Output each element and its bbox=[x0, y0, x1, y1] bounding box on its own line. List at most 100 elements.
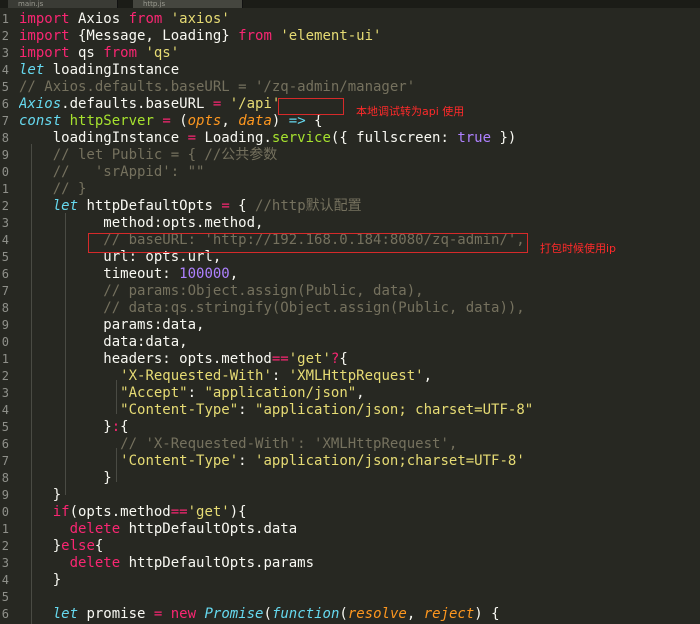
code-line[interactable]: let httpDefaultOpts = { //http默认配置 bbox=[19, 198, 362, 215]
annotation-box-baseurl bbox=[88, 233, 528, 253]
code-line[interactable]: // 'srAppid': "" bbox=[19, 164, 205, 181]
tab-main-js[interactable]: main.js bbox=[8, 0, 118, 8]
code-line[interactable]: // let Public = { //公共参数 bbox=[19, 147, 278, 164]
code-token: let bbox=[52, 606, 79, 622]
code-line[interactable]: let promise = new Promise(function(resol… bbox=[19, 606, 500, 623]
code-token: if bbox=[52, 504, 70, 520]
annotation-box-api bbox=[278, 98, 344, 115]
line-number: 6 bbox=[1, 97, 9, 111]
code-line[interactable]: import {Message, Loading} from 'element-… bbox=[19, 28, 381, 45]
code-line[interactable]: headers: opts.method=='get'?{ bbox=[19, 351, 347, 368]
code-token: "Content-Type" bbox=[120, 402, 239, 418]
code-line[interactable]: // data:qs.stringify(Object.assign(Publi… bbox=[19, 300, 524, 317]
line-number: 6 bbox=[1, 267, 9, 281]
line-number: 0 bbox=[1, 165, 9, 179]
line-number: 8 bbox=[1, 131, 9, 145]
tab-http-js[interactable]: http.js bbox=[133, 0, 243, 8]
line-number: 5 bbox=[1, 250, 9, 264]
code-line[interactable]: if(opts.method=='get'){ bbox=[19, 504, 247, 521]
line-number: 9 bbox=[1, 148, 9, 162]
code-editor[interactable]: import Axios from 'axios' import {Message… bbox=[19, 8, 700, 624]
code-token: } bbox=[19, 470, 112, 486]
code-token: let bbox=[52, 198, 79, 214]
annotation-package-ip: 打包时候使用ip bbox=[540, 242, 617, 255]
code-line[interactable]: data:data, bbox=[19, 334, 187, 351]
code-token: }) bbox=[491, 130, 517, 146]
code-token: import bbox=[19, 11, 70, 27]
code-token: httpDefaultOpts.params bbox=[120, 555, 315, 571]
code-line[interactable]: // params:Object.assign(Public, data), bbox=[19, 283, 423, 300]
code-token: { bbox=[120, 419, 129, 435]
code-line[interactable]: 'Content-Type': 'application/json;charse… bbox=[19, 453, 525, 470]
code-line[interactable]: // } bbox=[19, 181, 87, 198]
code-token: } bbox=[19, 572, 62, 588]
code-line[interactable]: Axios.defaults.baseURL = '/api' bbox=[19, 96, 280, 113]
line-number: 7 bbox=[1, 114, 9, 128]
code-line[interactable]: params:data, bbox=[19, 317, 204, 334]
code-token: : bbox=[271, 368, 289, 384]
code-token: 'element-ui' bbox=[280, 28, 382, 44]
code-token: reject bbox=[423, 606, 475, 622]
code-token: from bbox=[128, 11, 163, 27]
code-line[interactable]: // 'X-Requested-With': 'XMLHttpRequest', bbox=[19, 436, 457, 453]
code-line[interactable]: "Accept": "application/json", bbox=[19, 385, 364, 402]
code-token: new bbox=[170, 606, 197, 622]
code-line[interactable]: import Axios from 'axios' bbox=[19, 11, 230, 28]
code-line[interactable]: timeout: 100000, bbox=[19, 266, 238, 283]
code-line[interactable]: delete httpDefaultOpts.data bbox=[19, 521, 298, 538]
code-line[interactable]: }else{ bbox=[19, 538, 104, 555]
line-number: 4 bbox=[1, 573, 9, 587]
code-line[interactable]: }:{ bbox=[19, 419, 129, 436]
code-token: // 'X-Requested-With': 'XMLHttpRequest', bbox=[120, 436, 458, 452]
code-token: true bbox=[457, 130, 492, 146]
code-line[interactable]: delete httpDefaultOpts.params bbox=[19, 555, 314, 572]
code-token: { bbox=[305, 113, 323, 129]
annotation-local-api: 本地调试转为api 使用 bbox=[356, 105, 465, 118]
line-number: 2 bbox=[1, 369, 9, 383]
code-token: } bbox=[19, 487, 62, 503]
code-line[interactable]: } bbox=[19, 487, 61, 504]
line-number: 5 bbox=[1, 80, 9, 94]
code-line[interactable]: import qs from 'qs' bbox=[19, 45, 179, 62]
code-token: 'XMLHttpRequest' bbox=[288, 368, 424, 384]
code-token: httpServer bbox=[69, 113, 154, 129]
line-number: 1 bbox=[1, 12, 9, 26]
code-line[interactable]: const httpServer = (opts, data) => { bbox=[19, 113, 323, 130]
code-line[interactable]: loadingInstance = Loading.service({ full… bbox=[19, 130, 517, 147]
code-token: loadingInstance bbox=[44, 62, 180, 78]
code-line[interactable]: 'X-Requested-With': 'XMLHttpRequest', bbox=[19, 368, 432, 385]
code-token: import bbox=[19, 45, 70, 61]
code-line[interactable]: // Axios.defaults.baseURL = '/zq-admin/m… bbox=[19, 79, 415, 96]
line-number: 3 bbox=[1, 556, 9, 570]
code-line[interactable]: let loadingInstance bbox=[19, 62, 179, 79]
code-token: = bbox=[162, 113, 171, 129]
code-token: 'get' bbox=[187, 504, 230, 520]
code-token: "Accept" bbox=[120, 385, 188, 401]
code-line[interactable]: "Content-Type": "application/json; chars… bbox=[19, 402, 533, 419]
line-number: 9 bbox=[1, 318, 9, 332]
code-line[interactable]: } bbox=[19, 572, 61, 589]
code-token: method:opts.method, bbox=[19, 215, 264, 231]
code-token: // let Public = { //公共参数 bbox=[52, 147, 278, 163]
code-token: function bbox=[271, 606, 340, 622]
code-line[interactable]: } bbox=[19, 470, 112, 487]
code-token: // Axios.defaults.baseURL = '/zq-admin/m… bbox=[19, 79, 416, 95]
code-token: //http默认配置 bbox=[255, 198, 362, 214]
code-line[interactable]: method:opts.method, bbox=[19, 215, 263, 232]
line-number: 6 bbox=[1, 437, 9, 451]
code-token: '/api' bbox=[229, 96, 281, 112]
code-token: // } bbox=[52, 181, 87, 197]
code-token: loadingInstance bbox=[19, 130, 188, 146]
line-number: 4 bbox=[1, 63, 9, 77]
line-number: 5 bbox=[1, 420, 9, 434]
